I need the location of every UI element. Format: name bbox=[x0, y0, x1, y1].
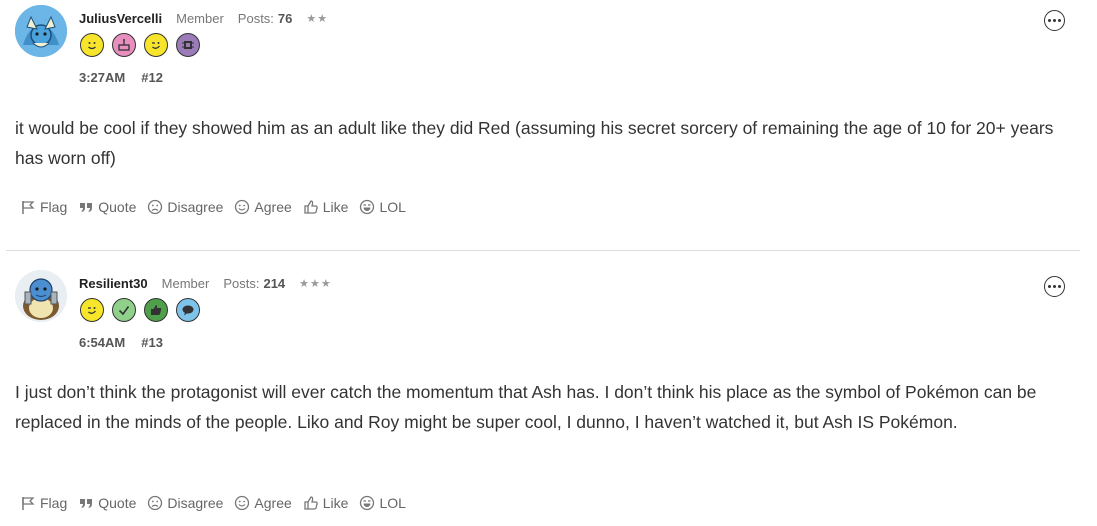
badge-row bbox=[80, 298, 200, 322]
post-stamp: 6:54AM #13 bbox=[79, 335, 163, 350]
author-meta: Resilient30 Member Posts: 214 ★★★ bbox=[79, 276, 332, 291]
laugh-icon bbox=[360, 495, 375, 511]
disagree-button[interactable]: Disagree bbox=[147, 495, 223, 511]
options-menu-button[interactable] bbox=[1044, 276, 1065, 297]
flag-label: Flag bbox=[40, 495, 68, 511]
quote-label: Quote bbox=[98, 495, 137, 511]
speech-bubble-badge-icon[interactable] bbox=[176, 298, 200, 322]
post-number[interactable]: #13 bbox=[141, 335, 163, 350]
smile-icon bbox=[235, 495, 250, 511]
frown-icon bbox=[148, 495, 163, 511]
lol-button[interactable]: LOL bbox=[359, 495, 406, 511]
username-link[interactable]: Resilient30 bbox=[79, 276, 148, 291]
check-badge-icon[interactable] bbox=[112, 298, 136, 322]
posts-label: Posts: bbox=[223, 276, 260, 291]
quote-icon bbox=[80, 499, 93, 508]
user-role: Member bbox=[161, 276, 210, 291]
agree-label: Agree bbox=[254, 495, 292, 511]
quote-button[interactable]: Quote bbox=[78, 495, 136, 511]
flag-icon bbox=[22, 497, 35, 510]
rank-stars: ★★★ bbox=[299, 278, 332, 290]
post-time[interactable]: 6:54AM bbox=[79, 335, 125, 350]
thumbs-up-icon bbox=[304, 496, 318, 510]
like-label: Like bbox=[322, 495, 349, 511]
thumbs-up-badge-icon[interactable] bbox=[144, 298, 168, 322]
lol-label: LOL bbox=[379, 495, 406, 511]
reaction-bar: Flag Quote Disagree Agree Like LOL bbox=[20, 495, 417, 511]
flag-button[interactable]: Flag bbox=[20, 495, 67, 511]
blastoise-avatar-icon bbox=[15, 270, 67, 322]
wink-face-badge-icon[interactable] bbox=[80, 298, 104, 322]
like-button[interactable]: Like bbox=[303, 495, 349, 511]
post-body: I just don’t think the protagonist will … bbox=[15, 382, 1037, 432]
agree-button[interactable]: Agree bbox=[234, 495, 292, 511]
disagree-label: Disagree bbox=[167, 495, 224, 511]
post-13: Resilient30 Member Posts: 214 ★★★ 6:54AM… bbox=[0, 0, 1097, 526]
avatar[interactable] bbox=[15, 270, 67, 322]
posts-count: 214 bbox=[263, 276, 286, 291]
